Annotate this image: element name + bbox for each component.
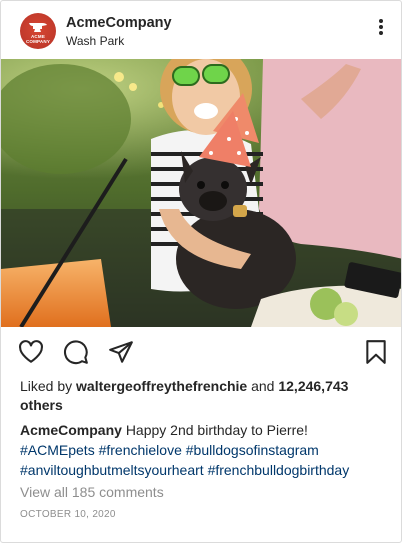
likes-joiner: and bbox=[251, 378, 275, 394]
post-location[interactable]: Wash Park bbox=[66, 34, 124, 48]
more-options-icon[interactable] bbox=[377, 19, 385, 37]
post-actions-bar bbox=[1, 335, 401, 369]
hashtag-link[interactable]: #frenchbulldogbirthday bbox=[208, 462, 350, 478]
liked-by-username[interactable]: waltergeoffreythefrenchie bbox=[76, 378, 247, 394]
save-bookmark-icon[interactable] bbox=[363, 339, 389, 365]
likes-summary: Liked by waltergeoffreythefrenchie and 1… bbox=[20, 377, 390, 415]
post-header: ACME COMPANY AcmeCompany Wash Park bbox=[1, 1, 401, 59]
post-photo-image bbox=[1, 59, 401, 327]
likes-count[interactable]: 12,246,743 bbox=[278, 378, 348, 394]
likes-suffix[interactable]: others bbox=[20, 397, 63, 413]
avatar[interactable]: ACME COMPANY bbox=[20, 13, 56, 49]
post-photo[interactable] bbox=[1, 59, 401, 327]
view-all-comments-link[interactable]: View all 185 comments bbox=[20, 484, 164, 500]
post-date[interactable]: OCTOBER 10, 2020 bbox=[20, 509, 116, 520]
post-caption: AcmeCompany Happy 2nd birthday to Pierre… bbox=[20, 420, 395, 480]
likes-prefix: Liked by bbox=[20, 378, 73, 394]
comment-bubble-icon[interactable] bbox=[63, 339, 89, 365]
anvil-icon bbox=[29, 23, 47, 32]
avatar-logo-text: ACME COMPANY bbox=[25, 34, 51, 44]
post-username[interactable]: AcmeCompany bbox=[66, 15, 172, 31]
hashtag-link[interactable]: #ACMEpets bbox=[20, 442, 95, 458]
instagram-post-card: ACME COMPANY AcmeCompany Wash Park Liked… bbox=[0, 0, 402, 543]
hashtag-link[interactable]: #frenchielove bbox=[99, 442, 182, 458]
hashtag-link[interactable]: #bulldogsofinstagram bbox=[186, 442, 319, 458]
share-paper-plane-icon[interactable] bbox=[108, 339, 134, 365]
like-heart-icon[interactable] bbox=[18, 339, 44, 365]
caption-text: Happy 2nd birthday to Pierre! bbox=[125, 422, 308, 438]
caption-username[interactable]: AcmeCompany bbox=[20, 422, 122, 438]
hashtag-link[interactable]: #anviltoughbutmeltsyourheart bbox=[20, 462, 204, 478]
